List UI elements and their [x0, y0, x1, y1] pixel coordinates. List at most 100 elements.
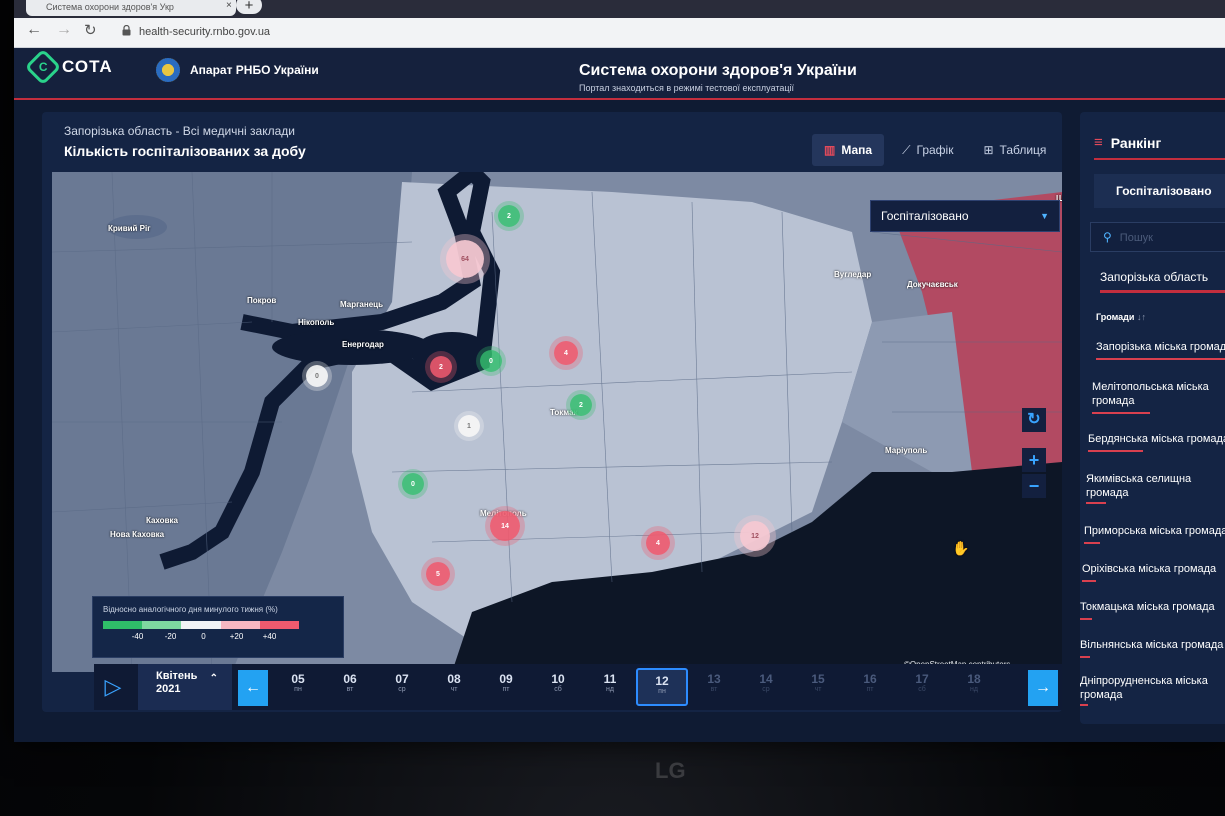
map-marker[interactable]: 4: [646, 531, 670, 555]
next-day-button[interactable]: →: [1028, 670, 1058, 706]
ranking-item[interactable]: Запорізька міська громада: [1096, 340, 1225, 354]
legend-tick: -20: [164, 632, 177, 641]
ranking-item[interactable]: Оріхівська міська громада: [1082, 562, 1216, 576]
ranking-group-label[interactable]: Громади ↓↑: [1096, 312, 1146, 322]
map-marker[interactable]: 0: [480, 350, 502, 372]
zoom-out-button[interactable]: −: [1022, 474, 1046, 498]
day-number: 12: [655, 674, 669, 688]
day-item[interactable]: 09 пт: [480, 668, 532, 706]
day-number: 18: [967, 672, 981, 686]
caret-down-icon: ▼: [1040, 211, 1049, 221]
ranking-item[interactable]: Приморська міська громада: [1084, 524, 1225, 538]
place-label: Енергодар: [342, 340, 384, 349]
reload-icon[interactable]: ↻: [84, 21, 97, 39]
legend-color-bar: [103, 621, 300, 629]
month-select[interactable]: Квітень 2021 ⌃: [138, 664, 232, 710]
ranking-bar: [1080, 656, 1090, 658]
url-field[interactable]: health-security.rnbo.gov.ua: [139, 26, 270, 38]
tab-map-label: Мапа: [841, 143, 873, 157]
timeline: ▷ Квітень 2021 ⌃ ← 05 пн 06 вт 07 ср 08 чт 0…: [94, 664, 1062, 710]
day-item[interactable]: 10 сб: [532, 668, 584, 706]
tab-map[interactable]: ▥ Мапа: [812, 134, 885, 166]
legend-tick: +20: [229, 632, 244, 641]
forward-icon[interactable]: →: [56, 21, 72, 39]
map-marker[interactable]: 12: [740, 521, 770, 551]
legend-swatch: [142, 621, 182, 629]
day-weekday: пн: [294, 686, 302, 693]
day-item-selected[interactable]: 12 пн: [636, 668, 688, 706]
ranking-item[interactable]: Дніпрорудненська міська громада: [1080, 674, 1225, 702]
day-number: 14: [759, 672, 773, 686]
day-number: 11: [603, 672, 617, 686]
day-item[interactable]: 05 пн: [272, 668, 324, 706]
ranking-item[interactable]: Бердянська міська громада: [1088, 432, 1225, 446]
play-icon: ▷: [104, 674, 122, 699]
tab-chart[interactable]: ⟋ Графік: [890, 134, 965, 166]
prev-day-button[interactable]: ←: [238, 670, 268, 706]
map-marker[interactable]: 2: [430, 356, 452, 378]
org-name: Апарат РНБО України: [190, 63, 319, 77]
tab-table-label: Таблиця: [999, 143, 1047, 157]
minus-icon: −: [1028, 476, 1040, 496]
zoom-in-button[interactable]: +: [1022, 448, 1046, 472]
breadcrumb[interactable]: Запорізька область - Всі медичні заклади: [64, 124, 295, 138]
map-marker[interactable]: 0: [402, 473, 424, 495]
ranking-bar: [1080, 704, 1088, 706]
ranking-bar: [1088, 450, 1143, 452]
day-item[interactable]: 08 чт: [428, 668, 480, 706]
place-label: Вугледар: [834, 270, 872, 279]
day-item[interactable]: 07 ср: [376, 668, 428, 706]
tab-table[interactable]: ⊞ Таблиця: [971, 134, 1058, 166]
page-title: Кількість госпіталізованих за добу: [64, 143, 306, 159]
day-item[interactable]: 18 нд: [948, 668, 1000, 706]
legend-swatch: [103, 621, 143, 629]
map-metric-select[interactable]: Госпіталізовано ▼: [870, 200, 1060, 232]
search-icon: ⚲: [1103, 230, 1112, 244]
map-marker[interactable]: 5: [426, 562, 450, 586]
day-item[interactable]: 11 нд: [584, 668, 636, 706]
arrow-right-icon: →: [1035, 679, 1051, 696]
map-marker[interactable]: 4: [554, 341, 578, 365]
ranking-item[interactable]: Токмацька міська громада: [1080, 600, 1215, 614]
day-weekday: нд: [970, 686, 978, 693]
play-button[interactable]: ▷: [94, 664, 132, 710]
map-marker[interactable]: 0: [306, 365, 328, 387]
logo-text: СОТА: [62, 57, 113, 76]
search-placeholder: Пошук: [1119, 232, 1153, 244]
legend-title: Відносно аналогічного дня минулого тижня…: [103, 605, 278, 614]
ranking-header: ≡ Ранкінг: [1094, 134, 1161, 151]
tab-chart-label: Графік: [916, 143, 954, 157]
ranking-item[interactable]: Мелітопольська міська громада: [1092, 380, 1225, 408]
ranking-title: Ранкінг: [1110, 134, 1162, 151]
day-item[interactable]: 13 вт: [688, 668, 740, 706]
map-marker[interactable]: 64: [446, 240, 484, 278]
map-marker[interactable]: 14: [490, 511, 520, 541]
browser-tab[interactable]: Система охорони здоров'я Укр ×: [26, 0, 236, 16]
day-number: 06: [343, 672, 357, 686]
reset-view-button[interactable]: ↻: [1022, 408, 1046, 432]
rnbo-link[interactable]: Апарат РНБО України: [156, 58, 319, 82]
back-icon[interactable]: ←: [26, 21, 42, 39]
map-marker[interactable]: 2: [570, 394, 592, 416]
day-item[interactable]: 16 пт: [844, 668, 896, 706]
lock-icon: [122, 25, 131, 36]
arrow-left-icon: ←: [245, 679, 261, 696]
ranking-item[interactable]: Якимівська селищна громада: [1086, 472, 1225, 500]
new-tab-button[interactable]: +: [236, 0, 262, 14]
day-item[interactable]: 15 чт: [792, 668, 844, 706]
sota-logo[interactable]: C СОТА: [24, 48, 113, 86]
ranking-region[interactable]: Запорізька область: [1100, 270, 1208, 284]
map-marker[interactable]: 2: [498, 205, 520, 227]
ranking-item[interactable]: Вільнянська міська громада: [1080, 638, 1223, 652]
day-item[interactable]: 14 ср: [740, 668, 792, 706]
ranking-bar: [1096, 358, 1225, 360]
day-strip: 05 пн 06 вт 07 ср 08 чт 09 пт 10 сб 11 нд 12 пн …: [272, 668, 1000, 706]
close-icon[interactable]: ×: [226, 0, 232, 11]
ranking-metric-button[interactable]: Госпіталізовано: [1094, 174, 1225, 208]
map-marker[interactable]: 1: [458, 415, 480, 437]
day-item[interactable]: 06 вт: [324, 668, 376, 706]
plus-icon: +: [1028, 450, 1040, 470]
main-panel: Запорізька область - Всі медичні заклади…: [42, 112, 1062, 712]
day-item[interactable]: 17 сб: [896, 668, 948, 706]
ranking-search-input[interactable]: ⚲ Пошук: [1090, 222, 1225, 252]
